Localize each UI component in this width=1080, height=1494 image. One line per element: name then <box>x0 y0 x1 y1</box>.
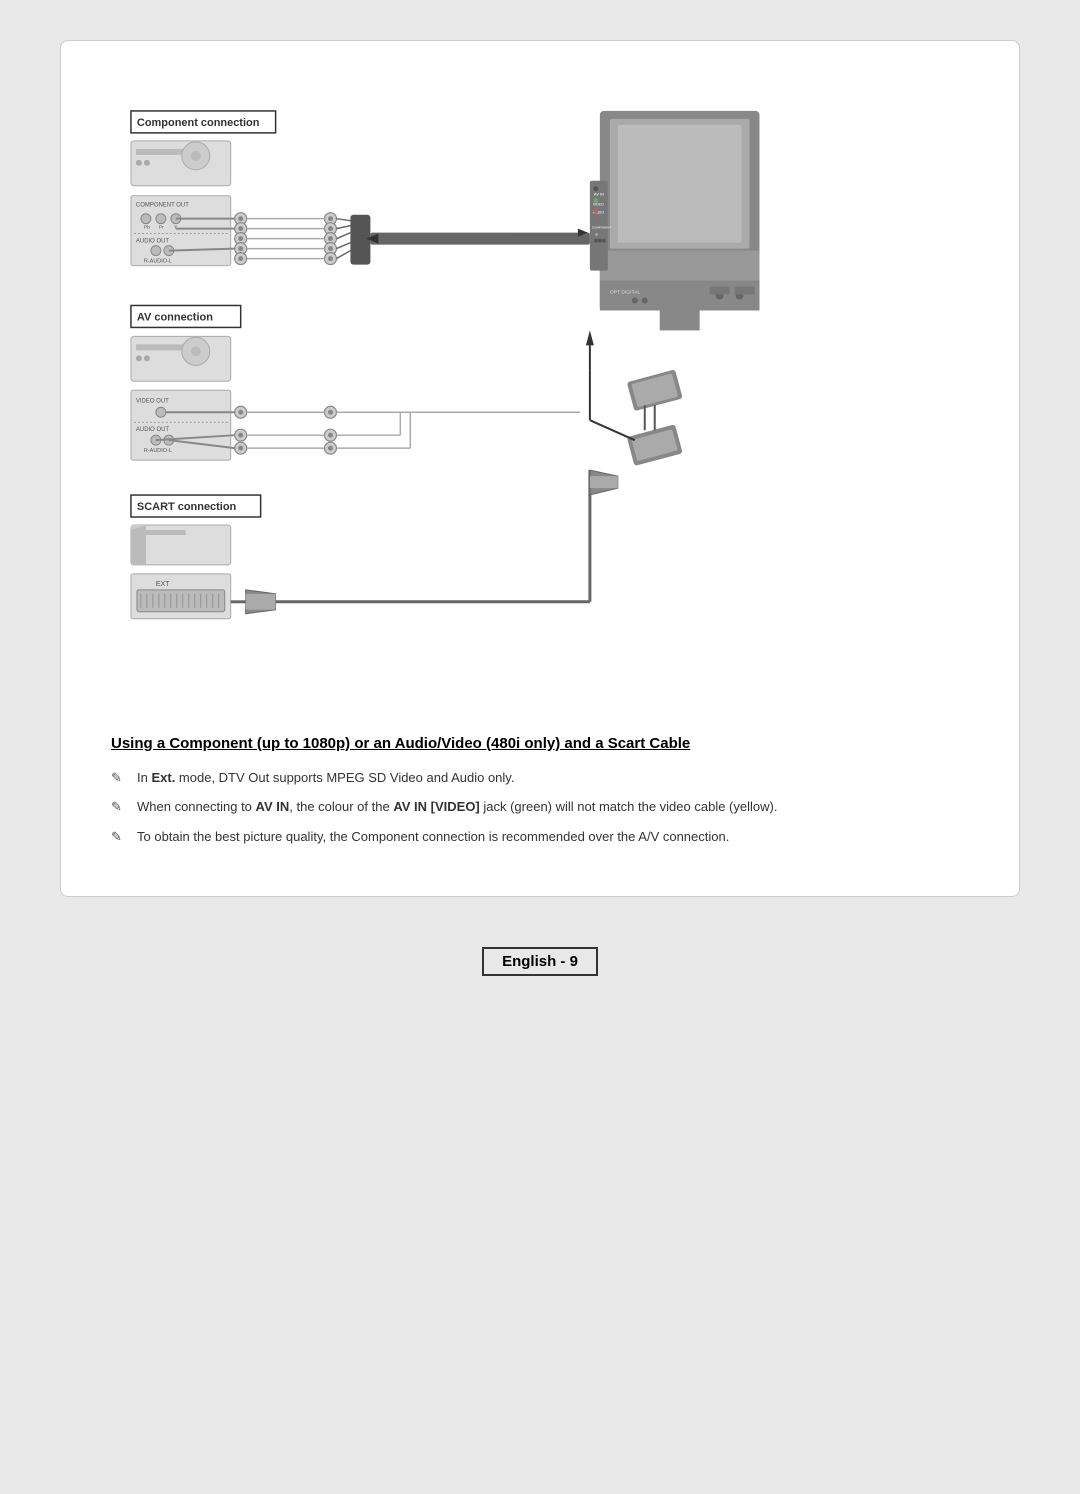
note-text-1: In Ext. mode, DTV Out supports MPEG SD V… <box>137 768 514 788</box>
note-icon-3: ✎ <box>111 827 131 847</box>
svg-text:AUDIO OUT: AUDIO OUT <box>136 427 170 433</box>
svg-text:R-AUDIO-L: R-AUDIO-L <box>144 259 172 265</box>
note-text-2: When connecting to AV IN, the colour of … <box>137 797 777 817</box>
svg-text:OPT DIGITAL: OPT DIGITAL <box>610 290 641 296</box>
main-heading: Using a Component (up to 1080p) or an Au… <box>111 735 969 752</box>
scart-connection-label: SCART connection <box>137 501 237 513</box>
svg-text:VIDEO OUT: VIDEO OUT <box>136 398 169 404</box>
note-icon-2: ✎ <box>111 797 131 817</box>
note-item-1: ✎ In Ext. mode, DTV Out supports MPEG SD… <box>111 768 969 788</box>
av-connection-label: AV connection <box>137 311 213 323</box>
svg-text:R-AUDIO-L: R-AUDIO-L <box>144 448 172 454</box>
footer-label: English - 9 <box>482 947 598 976</box>
footer: English - 9 <box>482 947 598 976</box>
svg-text:AUDIO OUT: AUDIO OUT <box>136 239 170 245</box>
note-text-3: To obtain the best picture quality, the … <box>137 827 729 847</box>
svg-text:Pb: Pb <box>144 225 150 231</box>
svg-text:Pr: Pr <box>159 225 164 231</box>
note-item-2: ✎ When connecting to AV IN, the colour o… <box>111 797 969 817</box>
connection-diagram: AV IN VIDEO AUDIO COMPONENT IN OPT DIGIT… <box>101 81 979 700</box>
svg-text:EXT: EXT <box>156 581 170 588</box>
page-container: AV IN VIDEO AUDIO COMPONENT IN OPT DIGIT… <box>60 40 1020 897</box>
svg-text:AV IN: AV IN <box>594 192 604 197</box>
note-icon-1: ✎ <box>111 768 131 788</box>
svg-text:COMPONENT: COMPONENT <box>592 226 612 230</box>
svg-text:COMPONENT OUT: COMPONENT OUT <box>136 203 189 209</box>
svg-text:VIDEO: VIDEO <box>593 203 604 207</box>
component-connection-label: Component connection <box>137 117 260 129</box>
diagram-area: AV IN VIDEO AUDIO COMPONENT IN OPT DIGIT… <box>101 81 979 705</box>
note-item-3: ✎ To obtain the best picture quality, th… <box>111 827 969 847</box>
text-section: Using a Component (up to 1080p) or an Au… <box>101 735 979 847</box>
svg-text:IN: IN <box>595 233 598 237</box>
